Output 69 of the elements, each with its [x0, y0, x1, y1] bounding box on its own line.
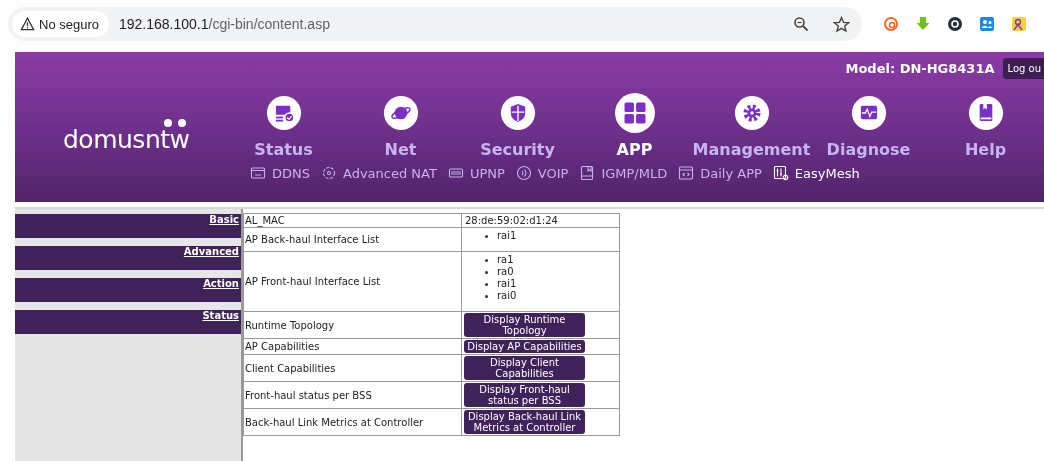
extension-icon[interactable] — [1011, 16, 1027, 32]
table-value: 28:de:59:02:d1:24 — [465, 215, 558, 226]
bullet-icon — [485, 234, 488, 238]
people-icon[interactable] — [979, 16, 995, 32]
submenu-link[interactable]: IGMP/MLD — [601, 165, 668, 181]
table-label: Runtime Topology — [245, 319, 335, 331]
gear-icon[interactable] — [733, 95, 770, 131]
sidebar-item[interactable]: Status — [15, 310, 241, 334]
table-label: Front-haul status per BSS — [245, 389, 372, 401]
warning-icon — [20, 17, 35, 31]
nav-tab[interactable]: Management — [692, 140, 811, 159]
nav-tab[interactable]: Diagnose — [826, 140, 911, 159]
sliders-icon[interactable] — [772, 165, 789, 181]
bullet-icon — [485, 294, 488, 298]
extension-icon[interactable] — [947, 16, 963, 32]
interface-item: ra0 — [497, 266, 514, 278]
bar-icon[interactable] — [447, 165, 464, 181]
nav-tab[interactable]: Help — [964, 140, 1007, 159]
display-button[interactable]: Display Client Capabilities — [464, 356, 585, 380]
bullet-icon — [485, 258, 488, 262]
network-icon[interactable] — [321, 165, 337, 181]
submenu-link[interactable]: VOIP — [537, 165, 569, 181]
display-button[interactable]: Display Back-haul Link Metrics at Controller — [464, 410, 585, 434]
file-icon[interactable] — [579, 165, 596, 181]
address-bar[interactable]: No seguro 192.168.100.1/cgi-bin/content.asp — [8, 7, 862, 41]
table-label: Client Capabilities — [245, 362, 336, 374]
submenu-link[interactable]: UPNP — [469, 165, 505, 181]
submenu-link[interactable]: EasyMesh — [794, 165, 860, 181]
interface-item: ra1 — [497, 254, 514, 266]
book-icon[interactable] — [967, 95, 1004, 131]
display-button[interactable]: Display AP Capabilities — [464, 340, 585, 353]
sidebar-item[interactable]: Advanced — [15, 246, 241, 270]
nav-tab[interactable]: Net — [384, 140, 417, 159]
table-label: AP Capabilities — [245, 341, 320, 352]
url-text: 192.168.100.1/cgi-bin/content.asp — [119, 16, 331, 32]
interface-item: rai0 — [497, 290, 517, 302]
signal-icon[interactable] — [515, 165, 532, 181]
table-label: AP Front-haul Interface List — [245, 276, 381, 287]
bullet-icon — [485, 270, 488, 274]
shield-icon[interactable] — [499, 95, 536, 131]
logo-dots-icon — [163, 118, 187, 128]
logout-button[interactable]: Log ou — [1002, 57, 1044, 79]
table-label: AP Back-haul Interface List — [245, 234, 380, 245]
display-button[interactable]: Display Runtime Topology — [464, 313, 585, 337]
nav-tab[interactable]: Security — [480, 140, 555, 159]
sidebar-item[interactable]: Action — [15, 278, 241, 302]
code-icon[interactable] — [678, 165, 695, 181]
monitor-check-icon[interactable] — [265, 95, 302, 131]
submenu-link[interactable]: DDNS — [272, 165, 310, 181]
nav-tab[interactable]: APP — [616, 140, 653, 159]
grid-icon[interactable] — [613, 92, 656, 134]
zoom-icon[interactable] — [793, 16, 809, 32]
display-button[interactable]: Display Front-haul status per BSS — [464, 383, 585, 407]
security-chip[interactable]: No seguro — [12, 11, 109, 37]
submenu-link[interactable]: Advanced NAT — [343, 165, 437, 181]
model-label: Model: DN-HG8431A — [845, 60, 995, 76]
planet-icon[interactable] — [382, 95, 419, 131]
table-label: Back-haul Link Metrics at Controller — [245, 416, 424, 428]
sidebar-item[interactable]: Basic — [15, 214, 241, 238]
interface-item: rai1 — [497, 230, 517, 242]
interface-item: rai1 — [497, 278, 517, 290]
nav-tab[interactable]: Status — [254, 140, 313, 159]
bullet-icon — [485, 282, 488, 286]
logo-text: domusntw — [63, 126, 190, 154]
star-icon[interactable] — [833, 15, 850, 33]
submenu-link[interactable]: Daily APP — [700, 165, 762, 181]
card-icon[interactable] — [250, 165, 266, 181]
table-label: AL_MAC — [245, 215, 285, 226]
pulse-monitor-icon[interactable] — [850, 95, 887, 131]
